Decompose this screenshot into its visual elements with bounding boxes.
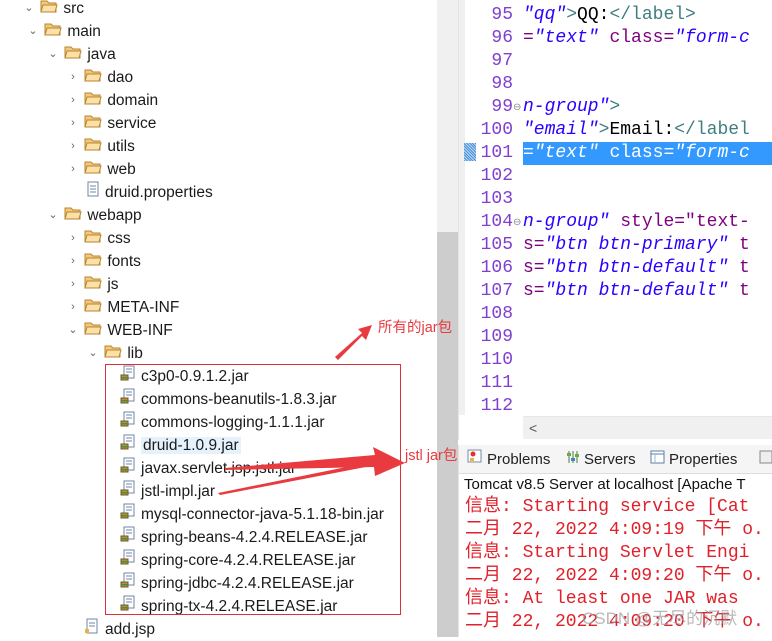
annotation-all-jars: 所有的jar包 [378,320,453,336]
arrow-javax-jstl [225,447,405,476]
watermark: CSDN @无尽的沉默 [582,609,738,628]
arrow-all-jars [335,325,372,360]
annotation-jstl-jars: jstl jar包 [405,448,458,464]
